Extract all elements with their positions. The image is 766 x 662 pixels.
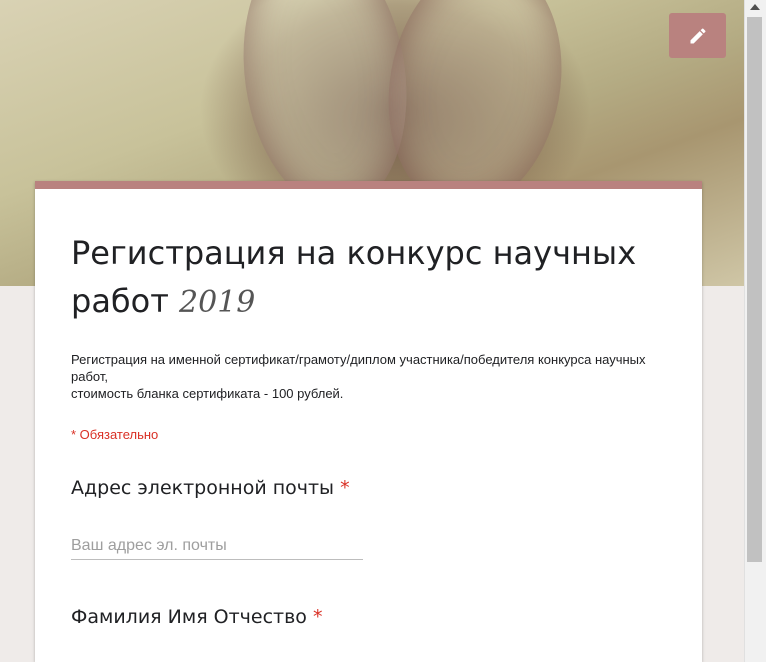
edit-theme-button[interactable] (669, 13, 726, 58)
scroll-up-arrow-icon[interactable] (750, 4, 760, 10)
form-card: Регистрация на конкурс научных работ 201… (35, 181, 702, 662)
question-fullname-label: Фамилия Имя Отчество (71, 606, 307, 628)
form-title: Регистрация на конкурс научных работ 201… (71, 229, 671, 327)
question-fullname-title: Фамилия Имя Отчество * (71, 606, 322, 628)
question-email-title: Адрес электронной почты * (71, 477, 350, 499)
email-input[interactable] (71, 533, 363, 560)
required-note: * Обязательно (71, 427, 159, 442)
form-title-main: Регистрация на конкурс научных работ (71, 234, 637, 320)
question-email-label: Адрес электронной почты (71, 477, 335, 499)
scroll-thumb[interactable] (747, 17, 762, 562)
description-line-2: стоимость бланка сертификата - 100 рубле… (71, 386, 344, 401)
scrollbar[interactable] (744, 0, 766, 662)
form-description: Регистрация на именной сертификат/грамот… (71, 351, 661, 402)
required-asterisk: * (340, 477, 350, 499)
description-line-1: Регистрация на именной сертификат/грамот… (71, 352, 646, 384)
required-asterisk: * (312, 606, 323, 628)
pencil-icon (690, 27, 706, 43)
form-title-year: 2019 (179, 285, 256, 320)
